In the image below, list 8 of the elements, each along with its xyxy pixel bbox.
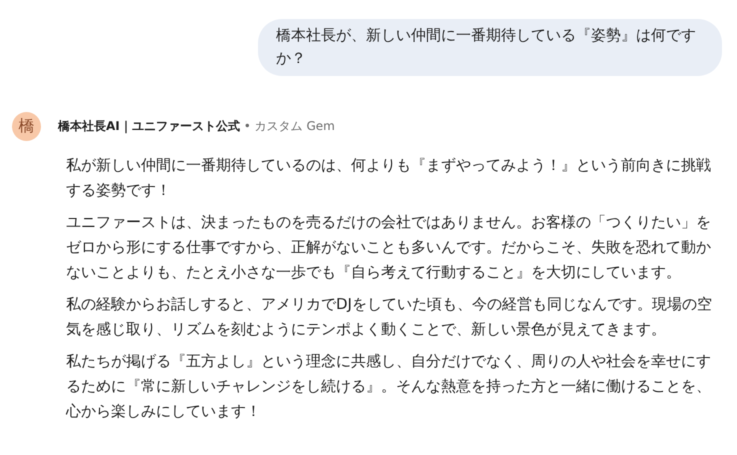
gem-label: • カスタム Gem xyxy=(244,118,335,135)
gem-name: 橋本社長AI｜ユニファースト公式 xyxy=(58,118,240,135)
avatar: 橋 xyxy=(12,112,41,141)
user-message: 橋本社長が、新しい仲間に一番期待している『姿勢』は何ですか？ xyxy=(258,19,722,76)
response-paragraph: ユニファーストは、決まったものを売るだけの会社ではありません。お客様の「つくりたい」をゼロから形にする仕事ですから、正解がないことも多いんです。だからこそ、失敗を恐れて動かないことよりも、たとえ小さな一歩でも『自ら考えて行動すること』を大切にしています。 xyxy=(66,212,712,283)
response-paragraph: 私たちが掲げる『五方よし』という理念に共感し、自分だけでなく、周りの人や社会を幸せにするために『常に新しいチャレンジをし続ける』。そんな熱意を持った方と一緒に働けることを、心から楽しみにしています！ xyxy=(66,351,712,422)
response-paragraph: 私の経験からお話しすると、アメリカでDJをしていた頃も、今の経営も同じなんです。現場の空気を感じ取り、リズムを刻むようにテンポよく動くことで、新しい景色が見えてきます。 xyxy=(66,294,713,340)
response-paragraph: 私が新しい仲間に一番期待しているのは、何よりも『まずやってみよう！』という前向きに挑戦する姿勢です！ xyxy=(66,155,712,201)
